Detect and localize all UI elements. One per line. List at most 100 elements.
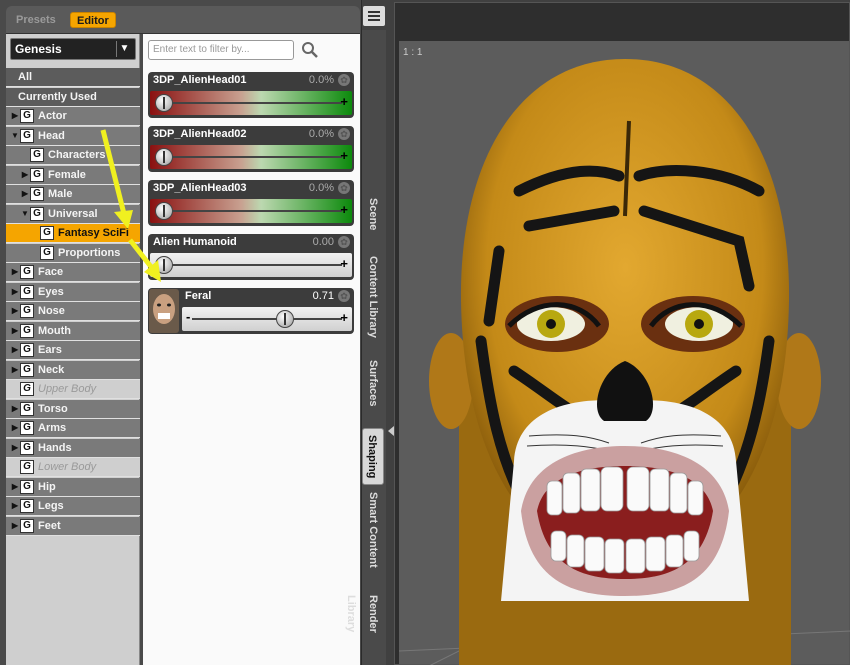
gear-icon[interactable]: ✿: [338, 236, 350, 248]
tree-item-all[interactable]: All: [6, 68, 140, 87]
slider-knob[interactable]: [155, 256, 173, 274]
slider-knob[interactable]: [155, 94, 173, 112]
tree-item-label: Nose: [38, 305, 65, 317]
chevron-down-icon[interactable]: ▼: [116, 41, 132, 57]
collapsed-arrow-icon[interactable]: ▶: [10, 419, 20, 437]
gear-icon[interactable]: ✿: [338, 290, 350, 302]
morph-card[interactable]: Feral 0.71 ✿ - +: [148, 288, 354, 334]
group-icon: G: [20, 382, 34, 396]
figure-select[interactable]: Genesis ▼: [10, 38, 136, 60]
tree-item-label: Proportions: [58, 246, 121, 259]
gear-icon[interactable]: ✿: [338, 74, 350, 86]
collapsed-arrow-icon[interactable]: ▶: [20, 185, 30, 203]
tree-item-label: Mouth: [38, 324, 71, 337]
tree-item-label: All: [18, 71, 33, 83]
tree-item-label: Characters: [48, 149, 106, 161]
morph-value[interactable]: 0.71: [313, 290, 334, 302]
tree-item-neck[interactable]: ▶ G Neck: [6, 360, 140, 380]
tree-item-hands[interactable]: ▶ G Hands: [6, 438, 140, 458]
tree-item-male[interactable]: ▶ G Male: [6, 185, 140, 204]
collapsed-arrow-icon[interactable]: ▶: [10, 302, 20, 320]
tree-item-upper-body[interactable]: G Upper Body: [6, 380, 140, 399]
tree-item-ears[interactable]: ▶ G Ears: [6, 341, 140, 360]
group-icon: G: [20, 343, 34, 357]
morph-slider[interactable]: +: [150, 253, 352, 277]
morph-card[interactable]: 3DP_AlienHead01 0.0% ✿ +: [148, 72, 354, 118]
pane-menu-icon[interactable]: [363, 6, 385, 26]
tree-item-feet[interactable]: ▶ G Feet: [6, 516, 140, 536]
tree-item-face[interactable]: ▶ G Face: [6, 263, 140, 282]
collapsed-arrow-icon[interactable]: ▶: [10, 517, 20, 535]
side-tab-render-library[interactable]: Render Library: [345, 595, 384, 665]
plus-icon[interactable]: +: [340, 203, 348, 217]
tab-presets[interactable]: Presets: [10, 12, 62, 28]
tree-item-currently-used[interactable]: Currently Used: [6, 87, 140, 107]
gear-icon[interactable]: ✿: [338, 182, 350, 194]
side-tab-smart-content[interactable]: Smart Content: [362, 492, 384, 568]
tree-item-actor[interactable]: ▶ G Actor: [6, 107, 140, 126]
viewport[interactable]: 1 : 1: [394, 2, 850, 665]
side-tab-content-library[interactable]: Content Library: [362, 256, 384, 338]
tree-item-characters[interactable]: G Characters: [6, 146, 140, 165]
viewport-canvas[interactable]: [398, 41, 850, 665]
side-tab-scene[interactable]: Scene: [362, 198, 384, 230]
tree-item-lower-body[interactable]: G Lower Body: [6, 458, 140, 477]
morph-slider[interactable]: +: [150, 91, 352, 115]
collapsed-arrow-icon[interactable]: ▶: [10, 361, 20, 379]
tree-item-torso[interactable]: ▶ G Torso: [6, 399, 140, 419]
collapsed-arrow-icon[interactable]: ▶: [10, 322, 20, 340]
collapsed-arrow-icon[interactable]: ▶: [10, 497, 20, 515]
expanded-arrow-icon[interactable]: ▼: [10, 127, 20, 145]
collapsed-arrow-icon[interactable]: ▶: [10, 263, 20, 281]
morph-slider[interactable]: +: [150, 145, 352, 169]
morph-slider[interactable]: - +: [182, 307, 352, 331]
group-icon: G: [20, 401, 34, 416]
morph-value[interactable]: 0.0%: [309, 74, 334, 86]
tree-item-universal[interactable]: ▼ G Universal: [6, 204, 140, 224]
slider-knob[interactable]: [155, 148, 173, 166]
slider-knob[interactable]: [155, 202, 173, 220]
morph-card[interactable]: Alien Humanoid 0.00 ✿ +: [148, 234, 354, 280]
slider-knob[interactable]: [275, 310, 294, 328]
collapsed-arrow-icon[interactable]: ▶: [10, 478, 20, 496]
tree-item-label: Legs: [38, 500, 64, 512]
expanded-arrow-icon[interactable]: ▼: [20, 205, 30, 223]
collapsed-arrow-icon[interactable]: ▶: [10, 400, 20, 418]
collapsed-arrow-icon[interactable]: ▶: [10, 439, 20, 457]
morph-card[interactable]: 3DP_AlienHead02 0.0% ✿ +: [148, 126, 354, 172]
tree-item-nose[interactable]: ▶ G Nose: [6, 302, 140, 321]
plus-icon[interactable]: +: [340, 95, 348, 109]
group-icon: G: [20, 362, 34, 377]
plus-icon[interactable]: +: [340, 149, 348, 163]
morph-card[interactable]: 3DP_AlienHead03 0.0% ✿ +: [148, 180, 354, 226]
tree-item-mouth[interactable]: ▶ G Mouth: [6, 321, 140, 341]
morph-value[interactable]: 0.0%: [309, 128, 334, 140]
tree-item-fantasy-scifi[interactable]: G Fantasy SciFi: [6, 224, 140, 243]
group-icon: G: [30, 167, 44, 182]
tree-item-label: Universal: [48, 207, 98, 220]
morph-value[interactable]: 0.00: [313, 236, 334, 248]
tree-item-hip[interactable]: ▶ G Hip: [6, 477, 140, 497]
tree-item-legs[interactable]: ▶ G Legs: [6, 497, 140, 516]
minus-icon[interactable]: -: [186, 310, 190, 324]
side-tab-surfaces[interactable]: Surfaces: [362, 360, 384, 406]
plus-icon[interactable]: +: [340, 257, 348, 271]
tree-item-proportions[interactable]: G Proportions: [6, 243, 140, 263]
collapsed-arrow-icon[interactable]: ▶: [10, 107, 20, 125]
tab-editor[interactable]: Editor: [70, 12, 116, 28]
plus-icon[interactable]: +: [340, 311, 348, 325]
tree-item-eyes[interactable]: ▶ G Eyes: [6, 282, 140, 302]
gear-icon[interactable]: ✿: [338, 128, 350, 140]
morph-slider[interactable]: +: [150, 199, 352, 223]
collapsed-arrow-icon[interactable]: ▶: [10, 283, 20, 301]
collapsed-arrow-icon[interactable]: ▶: [10, 341, 20, 359]
search-icon[interactable]: [301, 41, 319, 59]
filter-input[interactable]: Enter text to filter by...: [148, 40, 294, 60]
tree-item-female[interactable]: ▶ G Female: [6, 165, 140, 185]
side-tab-shaping[interactable]: Shaping: [362, 428, 384, 486]
morph-value[interactable]: 0.0%: [309, 182, 334, 194]
slider-line: [192, 318, 342, 320]
tree-item-arms[interactable]: ▶ G Arms: [6, 419, 140, 438]
collapsed-arrow-icon[interactable]: ▶: [20, 166, 30, 184]
tree-item-head[interactable]: ▼ G Head: [6, 126, 140, 146]
